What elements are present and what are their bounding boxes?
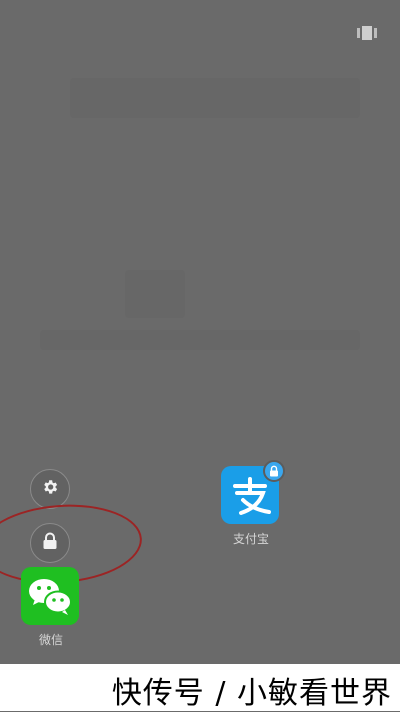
background-content: [70, 78, 360, 118]
app-alipay[interactable]: 支付宝: [221, 460, 285, 547]
settings-button[interactable]: [30, 469, 70, 509]
alipay-icon: [221, 460, 285, 524]
app-wechat[interactable]: 微信: [21, 567, 81, 648]
app-label: 支付宝: [232, 532, 269, 546]
screen-overlay: 支付宝 微信 快传号 / 小敏看世界: [0, 0, 400, 711]
background-content: [125, 270, 185, 318]
wechat-icon: [21, 567, 79, 625]
app-lock-badge: [263, 460, 285, 482]
watermark-text: 快传号 / 小敏看世界: [111, 676, 392, 711]
background-content: [40, 330, 360, 350]
app-label: 微信: [38, 633, 63, 647]
gear-icon: [41, 478, 59, 500]
lock-icon: [269, 462, 279, 481]
recent-apps-icon[interactable]: [357, 25, 377, 40]
